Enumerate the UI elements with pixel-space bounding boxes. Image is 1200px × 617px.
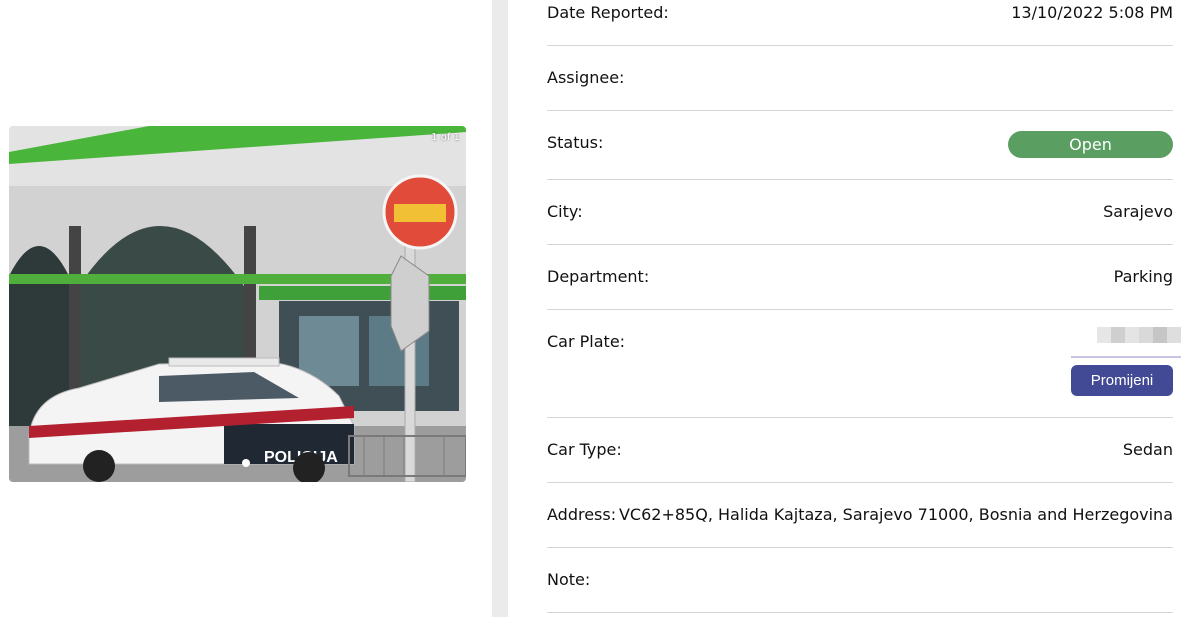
change-plate-button[interactable]: Promijeni <box>1071 365 1173 396</box>
car-plate-underline <box>1071 356 1181 358</box>
row-note: Note: <box>547 548 1173 613</box>
row-address: Address: VC62+85Q, Halida Kajtaza, Saraj… <box>547 483 1173 548</box>
row-department: Department: Parking <box>547 245 1173 310</box>
row-date-reported: Date Reported: 13/10/2022 5:08 PM <box>547 0 1173 46</box>
photo-illustration: POLICIJA <box>9 126 466 482</box>
city-label: City: <box>547 202 583 221</box>
department-value: Parking <box>1113 267 1173 286</box>
city-value: Sarajevo <box>1103 202 1173 221</box>
row-assignee: Assignee: <box>547 46 1173 111</box>
panel-divider[interactable] <box>492 0 508 617</box>
image-counter: 1 of 1 <box>431 132 460 143</box>
status-badge: Open <box>1008 131 1173 158</box>
car-type-value: Sedan <box>1122 440 1173 459</box>
assignee-label: Assignee: <box>547 68 625 87</box>
date-reported-value: 13/10/2022 5:08 PM <box>1011 3 1173 22</box>
row-city: City: Sarajevo <box>547 180 1173 245</box>
department-label: Department: <box>547 267 650 286</box>
gallery-panel: POLICIJA 1 of 1 <box>0 0 492 617</box>
report-details: Date Reported: 13/10/2022 5:08 PM Assign… <box>547 0 1181 613</box>
carousel-dot[interactable] <box>242 459 250 467</box>
report-photo[interactable]: POLICIJA 1 of 1 <box>9 126 466 482</box>
address-value: VC62+85Q, Halida Kajtaza, Sarajevo 71000… <box>618 505 1173 524</box>
row-car-type: Car Type: Sedan <box>547 418 1173 483</box>
status-label: Status: <box>547 133 604 152</box>
car-plate-label: Car Plate: <box>547 332 626 351</box>
row-car-plate: Car Plate: <box>547 310 1173 418</box>
car-plate-redacted <box>1097 327 1181 343</box>
car-type-label: Car Type: <box>547 440 622 459</box>
note-label: Note: <box>547 570 591 589</box>
date-reported-label: Date Reported: <box>547 3 669 22</box>
address-label: Address: <box>547 505 617 524</box>
